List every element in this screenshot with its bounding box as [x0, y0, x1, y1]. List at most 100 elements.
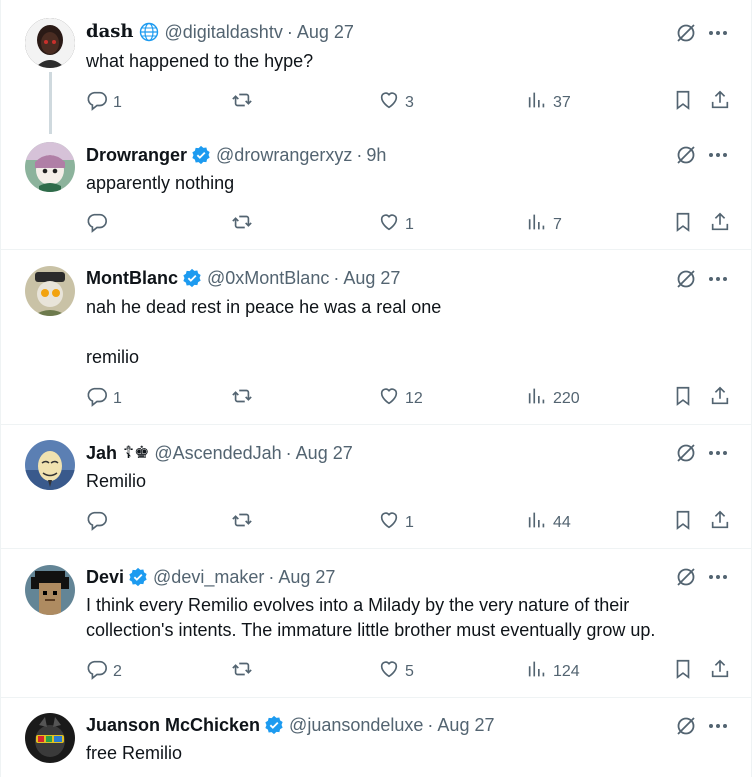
more-icon[interactable]: [707, 715, 729, 737]
verified-badge-icon: [191, 145, 211, 165]
repost-button[interactable]: [231, 211, 258, 238]
tweet-jah[interactable]: Jah ☦♚ @AscendedJah · Aug 27 Remilio 1 4…: [1, 426, 751, 549]
timestamp[interactable]: Aug 27: [297, 21, 354, 43]
tweet-header: Juanson McChicken @juansondeluxe · Aug 2…: [86, 714, 494, 736]
views-button[interactable]: 124: [526, 658, 580, 685]
grok-icon[interactable]: [675, 442, 697, 464]
bookmark-button[interactable]: [672, 211, 694, 238]
like-button[interactable]: 5: [378, 658, 414, 685]
separator: ·: [356, 145, 363, 165]
tweet-header: dash @digitaldashtv · Aug 27: [86, 21, 354, 43]
timestamp[interactable]: Aug 27: [296, 442, 353, 464]
more-icon[interactable]: [707, 144, 729, 166]
reply-button[interactable]: 1: [86, 89, 122, 116]
like-icon: [378, 211, 400, 238]
share-button[interactable]: [709, 658, 731, 685]
repost-button[interactable]: [231, 89, 258, 116]
grok-icon[interactable]: [675, 268, 697, 290]
reply-button[interactable]: 1: [86, 385, 122, 412]
bookmark-button[interactable]: [672, 509, 694, 536]
grok-icon[interactable]: [675, 715, 697, 737]
timestamp[interactable]: Aug 27: [278, 566, 335, 588]
display-name[interactable]: dash: [86, 21, 133, 43]
like-button[interactable]: 1: [378, 509, 414, 536]
handle[interactable]: @0xMontBlanc: [207, 267, 329, 289]
share-button[interactable]: [709, 385, 731, 412]
avatar[interactable]: [25, 18, 75, 68]
timestamp[interactable]: 9h: [366, 144, 386, 166]
share-button[interactable]: [709, 509, 731, 536]
views-button[interactable]: 7: [526, 211, 562, 238]
like-count: 1: [405, 513, 414, 531]
grok-icon[interactable]: [675, 566, 697, 588]
timestamp[interactable]: Aug 27: [437, 714, 494, 736]
tweet-montblanc[interactable]: MontBlanc @0xMontBlanc · Aug 27 nah he d…: [1, 251, 751, 425]
tweet-text: Remilio: [86, 471, 147, 491]
thread-line: [49, 72, 52, 134]
display-name[interactable]: Jah: [86, 442, 117, 464]
bookmark-button[interactable]: [672, 658, 694, 685]
share-icon: [709, 658, 731, 685]
views-button[interactable]: 37: [526, 89, 571, 116]
views-button[interactable]: 44: [526, 509, 571, 536]
tweet-text: apparently nothing: [86, 173, 235, 193]
reply-button[interactable]: 2: [86, 658, 122, 685]
reply-icon: [86, 658, 108, 685]
display-name[interactable]: Drowranger: [86, 144, 187, 166]
bookmark-icon: [672, 385, 694, 412]
repost-icon: [231, 385, 253, 412]
views-count: 220: [553, 389, 580, 407]
reply-icon: [86, 509, 108, 536]
repost-button[interactable]: [231, 658, 258, 685]
share-button[interactable]: [709, 89, 731, 116]
reply-icon: [86, 211, 108, 238]
like-icon: [378, 385, 400, 412]
avatar[interactable]: [25, 266, 75, 316]
tweet-juanson[interactable]: Juanson McChicken @juansondeluxe · Aug 2…: [1, 699, 751, 777]
like-button[interactable]: 3: [378, 89, 414, 116]
separator: ·: [285, 443, 292, 463]
tweet-dash[interactable]: dash @digitaldashtv · Aug 27 what happen…: [1, 0, 751, 134]
like-button[interactable]: 1: [378, 211, 414, 238]
share-button[interactable]: [709, 211, 731, 238]
more-icon[interactable]: [707, 22, 729, 44]
like-button[interactable]: 12: [378, 385, 423, 412]
avatar[interactable]: [25, 565, 75, 615]
repost-button[interactable]: [231, 385, 258, 412]
handle[interactable]: @AscendedJah: [154, 442, 281, 464]
bookmark-icon: [672, 658, 694, 685]
avatar[interactable]: [25, 440, 75, 490]
more-icon[interactable]: [707, 268, 729, 290]
verified-badge-icon: [128, 567, 148, 587]
tweet-devi[interactable]: Devi @devi_maker · Aug 27 I think every …: [1, 550, 751, 698]
avatar[interactable]: [25, 142, 75, 192]
reply-button[interactable]: [86, 509, 113, 536]
display-name[interactable]: MontBlanc: [86, 267, 178, 289]
reply-button[interactable]: [86, 211, 113, 238]
tweet-corner-actions: [675, 22, 729, 44]
bookmark-button[interactable]: [672, 385, 694, 412]
tweet-drowranger[interactable]: Drowranger @drowrangerxyz · 9h apparentl…: [1, 130, 751, 250]
handle[interactable]: @digitaldashtv: [164, 21, 282, 43]
handle[interactable]: @devi_maker: [153, 566, 264, 588]
grok-icon[interactable]: [675, 22, 697, 44]
reply-icon: [86, 89, 108, 116]
handle[interactable]: @drowrangerxyz: [216, 144, 352, 166]
handle[interactable]: @juansondeluxe: [289, 714, 423, 736]
bookmark-button[interactable]: [672, 89, 694, 116]
reply-feed: dash @digitaldashtv · Aug 27 what happen…: [0, 0, 752, 777]
avatar[interactable]: [25, 713, 75, 763]
more-icon[interactable]: [707, 442, 729, 464]
repost-button[interactable]: [231, 509, 258, 536]
repost-icon: [231, 509, 253, 536]
tweet-corner-actions: [675, 566, 729, 588]
more-icon[interactable]: [707, 566, 729, 588]
timestamp[interactable]: Aug 27: [343, 267, 400, 289]
tweet-text: I think every Remilio evolves into a Mil…: [86, 595, 656, 640]
display-name[interactable]: Devi: [86, 566, 124, 588]
grok-icon[interactable]: [675, 144, 697, 166]
display-name[interactable]: Juanson McChicken: [86, 714, 260, 736]
share-icon: [709, 385, 731, 412]
views-button[interactable]: 220: [526, 385, 580, 412]
tweet-corner-actions: [675, 715, 729, 737]
